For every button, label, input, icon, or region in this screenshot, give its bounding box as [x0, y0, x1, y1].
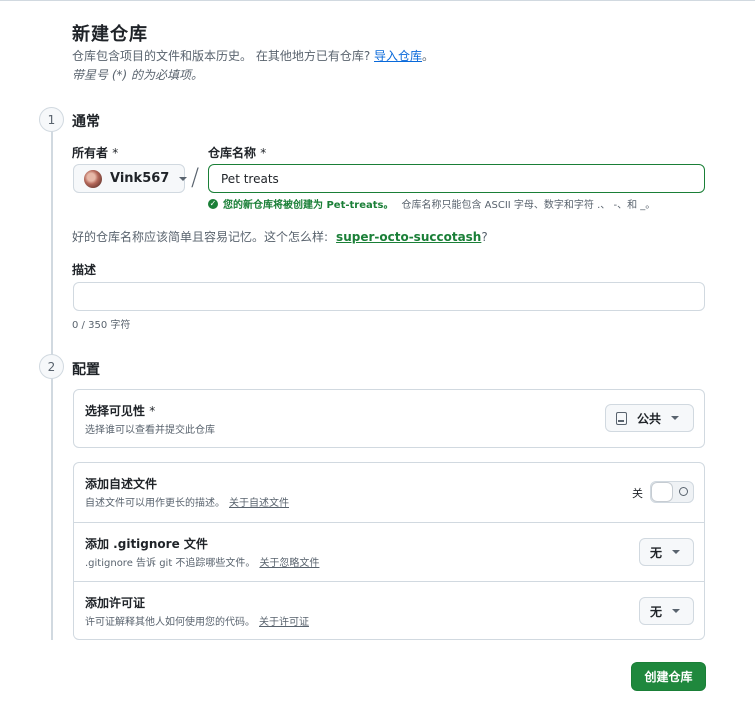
owner-label: 所有者 * [72, 144, 118, 161]
chevron-down-icon [672, 550, 681, 554]
license-select-button[interactable]: 无 [639, 597, 694, 625]
owner-name: Vink567 [110, 171, 170, 186]
step-connector-line [51, 130, 53, 640]
required-fields-note: 带星号 (*) 的为必填项。 [72, 68, 203, 82]
repo-name-required-mark: * [260, 146, 267, 160]
gitignore-title: 添加 .gitignore 文件 [85, 537, 208, 551]
visibility-select-button[interactable]: 公共 [605, 404, 694, 432]
readme-description: 自述文件可以用作更长的描述。 关于自述文件 [85, 494, 289, 509]
gitignore-value: 无 [650, 545, 663, 560]
description-char-count: 0 / 350 字符 [72, 320, 131, 331]
description-label: 描述 [72, 263, 97, 277]
readme-toggle[interactable] [650, 481, 694, 503]
toggle-knob [651, 482, 673, 502]
validation-success-text: 您的新仓库将被创建为 Pet-treats。 [223, 200, 394, 211]
gitignore-description: .gitignore 告诉 git 不追踪哪些文件。 关于忽略文件 [85, 554, 319, 569]
suggested-name-link[interactable]: super-octo-succotash [336, 230, 481, 244]
validation-hint-text: 仓库名称只能包含 ASCII 字母、数字和字符 .、 -、和 _。 [401, 200, 656, 211]
page-subtitle: 仓库包含项目的文件和版本历史。 在其他地方已有仓库? 导入仓库。 [72, 47, 434, 64]
owner-label-text: 所有者 [72, 146, 109, 160]
repo-name-label-text: 仓库名称 [208, 146, 257, 160]
subtitle-end: 。 [422, 49, 435, 63]
gitignore-row: 添加 .gitignore 文件 .gitignore 告诉 git 不追踪哪些… [74, 522, 704, 581]
gitignore-help-link[interactable]: 关于忽略文件 [259, 558, 319, 569]
owner-required-mark: * [112, 146, 119, 160]
owner-avatar [84, 169, 102, 188]
suggestion-text: 好的仓库名称应该简单且容易记忆。这个怎么样: [72, 230, 329, 244]
visibility-required-mark: * [149, 404, 156, 418]
license-value: 无 [650, 604, 663, 619]
suggestion-end: ? [481, 230, 488, 244]
chevron-down-icon [672, 609, 681, 613]
repo-icon [616, 411, 627, 425]
license-help-link[interactable]: 关于许可证 [259, 617, 309, 628]
repo-name-input[interactable] [208, 164, 705, 193]
visibility-value: 公共 [637, 411, 662, 426]
license-desc-text: 许可证解释其他人如何使用您的代码。 [85, 617, 255, 628]
gitignore-select-button[interactable]: 无 [639, 538, 694, 566]
owner-select-button[interactable]: Vink567 [73, 164, 188, 193]
visibility-description: 选择谁可以查看并提交此仓库 [85, 425, 215, 436]
create-repository-button[interactable]: 创建仓库 [631, 662, 706, 691]
repo-name-validation: ✓ 您的新仓库将被创建为 Pet-treats。 仓库名称只能包含 ASCII … [208, 196, 655, 211]
name-suggestion: 好的仓库名称应该简单且容易记忆。这个怎么样: super-octo-succota… [72, 228, 488, 245]
chevron-down-icon [671, 416, 680, 420]
visibility-row: 选择可见性 * 选择谁可以查看并提交此仓库 公共 [74, 390, 704, 449]
description-input[interactable] [73, 282, 705, 311]
readme-row: 添加自述文件 自述文件可以用作更长的描述。 关于自述文件 关 [74, 463, 704, 522]
repo-name-label: 仓库名称 * [208, 144, 266, 161]
readme-desc-text: 自述文件可以用作更长的描述。 [85, 498, 225, 509]
visibility-title: 选择可见性 * [85, 402, 155, 419]
subtitle-text: 仓库包含项目的文件和版本历史。 在其他地方已有仓库? [72, 49, 371, 63]
step-1-badge: 1 [39, 107, 64, 132]
owner-repo-separator: / [191, 163, 200, 191]
gitignore-desc-text: .gitignore 告诉 git 不追踪哪些文件。 [85, 558, 256, 569]
section-config-title: 配置 [72, 362, 100, 378]
visibility-title-text: 选择可见性 [85, 404, 146, 418]
options-card: 添加自述文件 自述文件可以用作更长的描述。 关于自述文件 关 添加 .gitign… [73, 462, 705, 640]
readme-help-link[interactable]: 关于自述文件 [229, 498, 289, 509]
top-divider [0, 0, 755, 1]
off-circle-icon [679, 487, 688, 496]
section-general-title: 通常 [72, 114, 100, 130]
check-circle-icon: ✓ [208, 198, 218, 209]
license-title: 添加许可证 [85, 596, 146, 610]
license-row: 添加许可证 许可证解释其他人如何使用您的代码。 关于许可证 无 [74, 581, 704, 640]
chevron-down-icon [179, 176, 188, 181]
readme-toggle-state: 关 [632, 487, 643, 500]
step-2-badge: 2 [39, 354, 64, 379]
readme-title: 添加自述文件 [85, 477, 158, 491]
import-repository-link[interactable]: 导入仓库 [374, 49, 422, 63]
license-description: 许可证解释其他人如何使用您的代码。 关于许可证 [85, 613, 309, 628]
page-title: 新建仓库 [72, 24, 148, 45]
visibility-card: 选择可见性 * 选择谁可以查看并提交此仓库 公共 [73, 389, 705, 448]
